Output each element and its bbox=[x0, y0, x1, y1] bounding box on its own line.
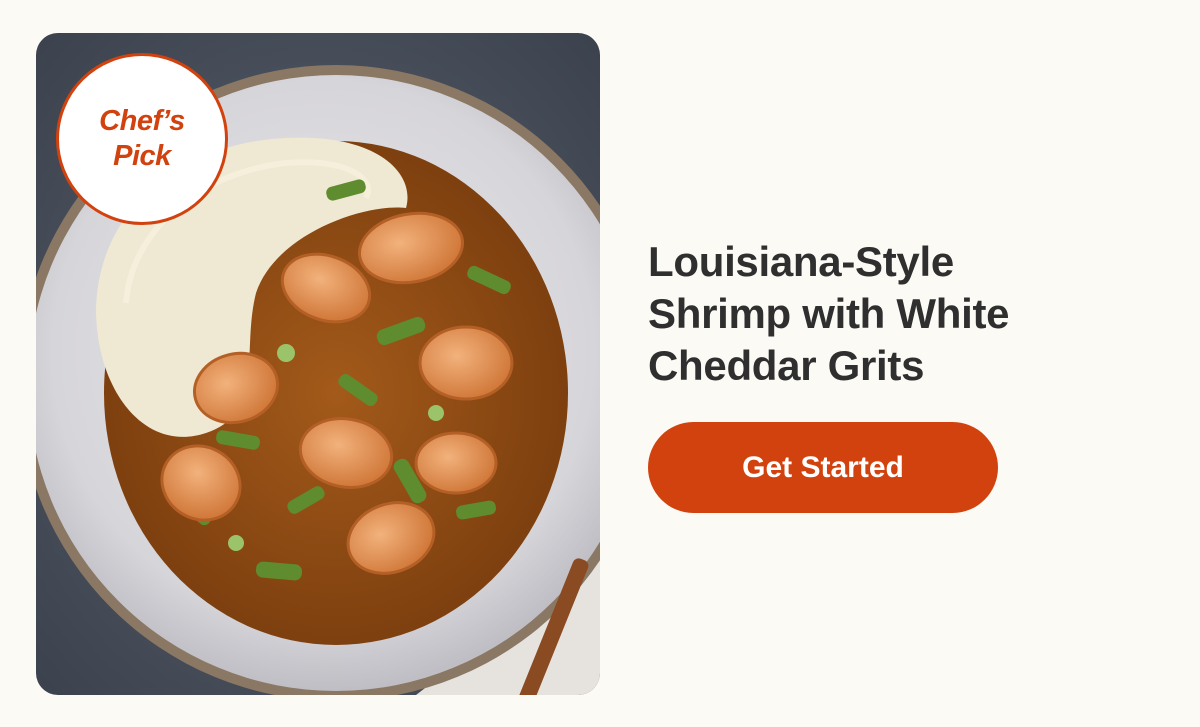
promo-card: Chef’s Pick Louisiana-Style Shrimp with … bbox=[0, 0, 1200, 727]
badge-label: Chef’s Pick bbox=[99, 105, 185, 172]
recipe-title: Louisiana-Style Shrimp with White Chedda… bbox=[648, 238, 1010, 389]
get-started-button[interactable]: Get Started bbox=[648, 422, 998, 513]
chefs-pick-badge: Chef’s Pick bbox=[56, 53, 228, 225]
